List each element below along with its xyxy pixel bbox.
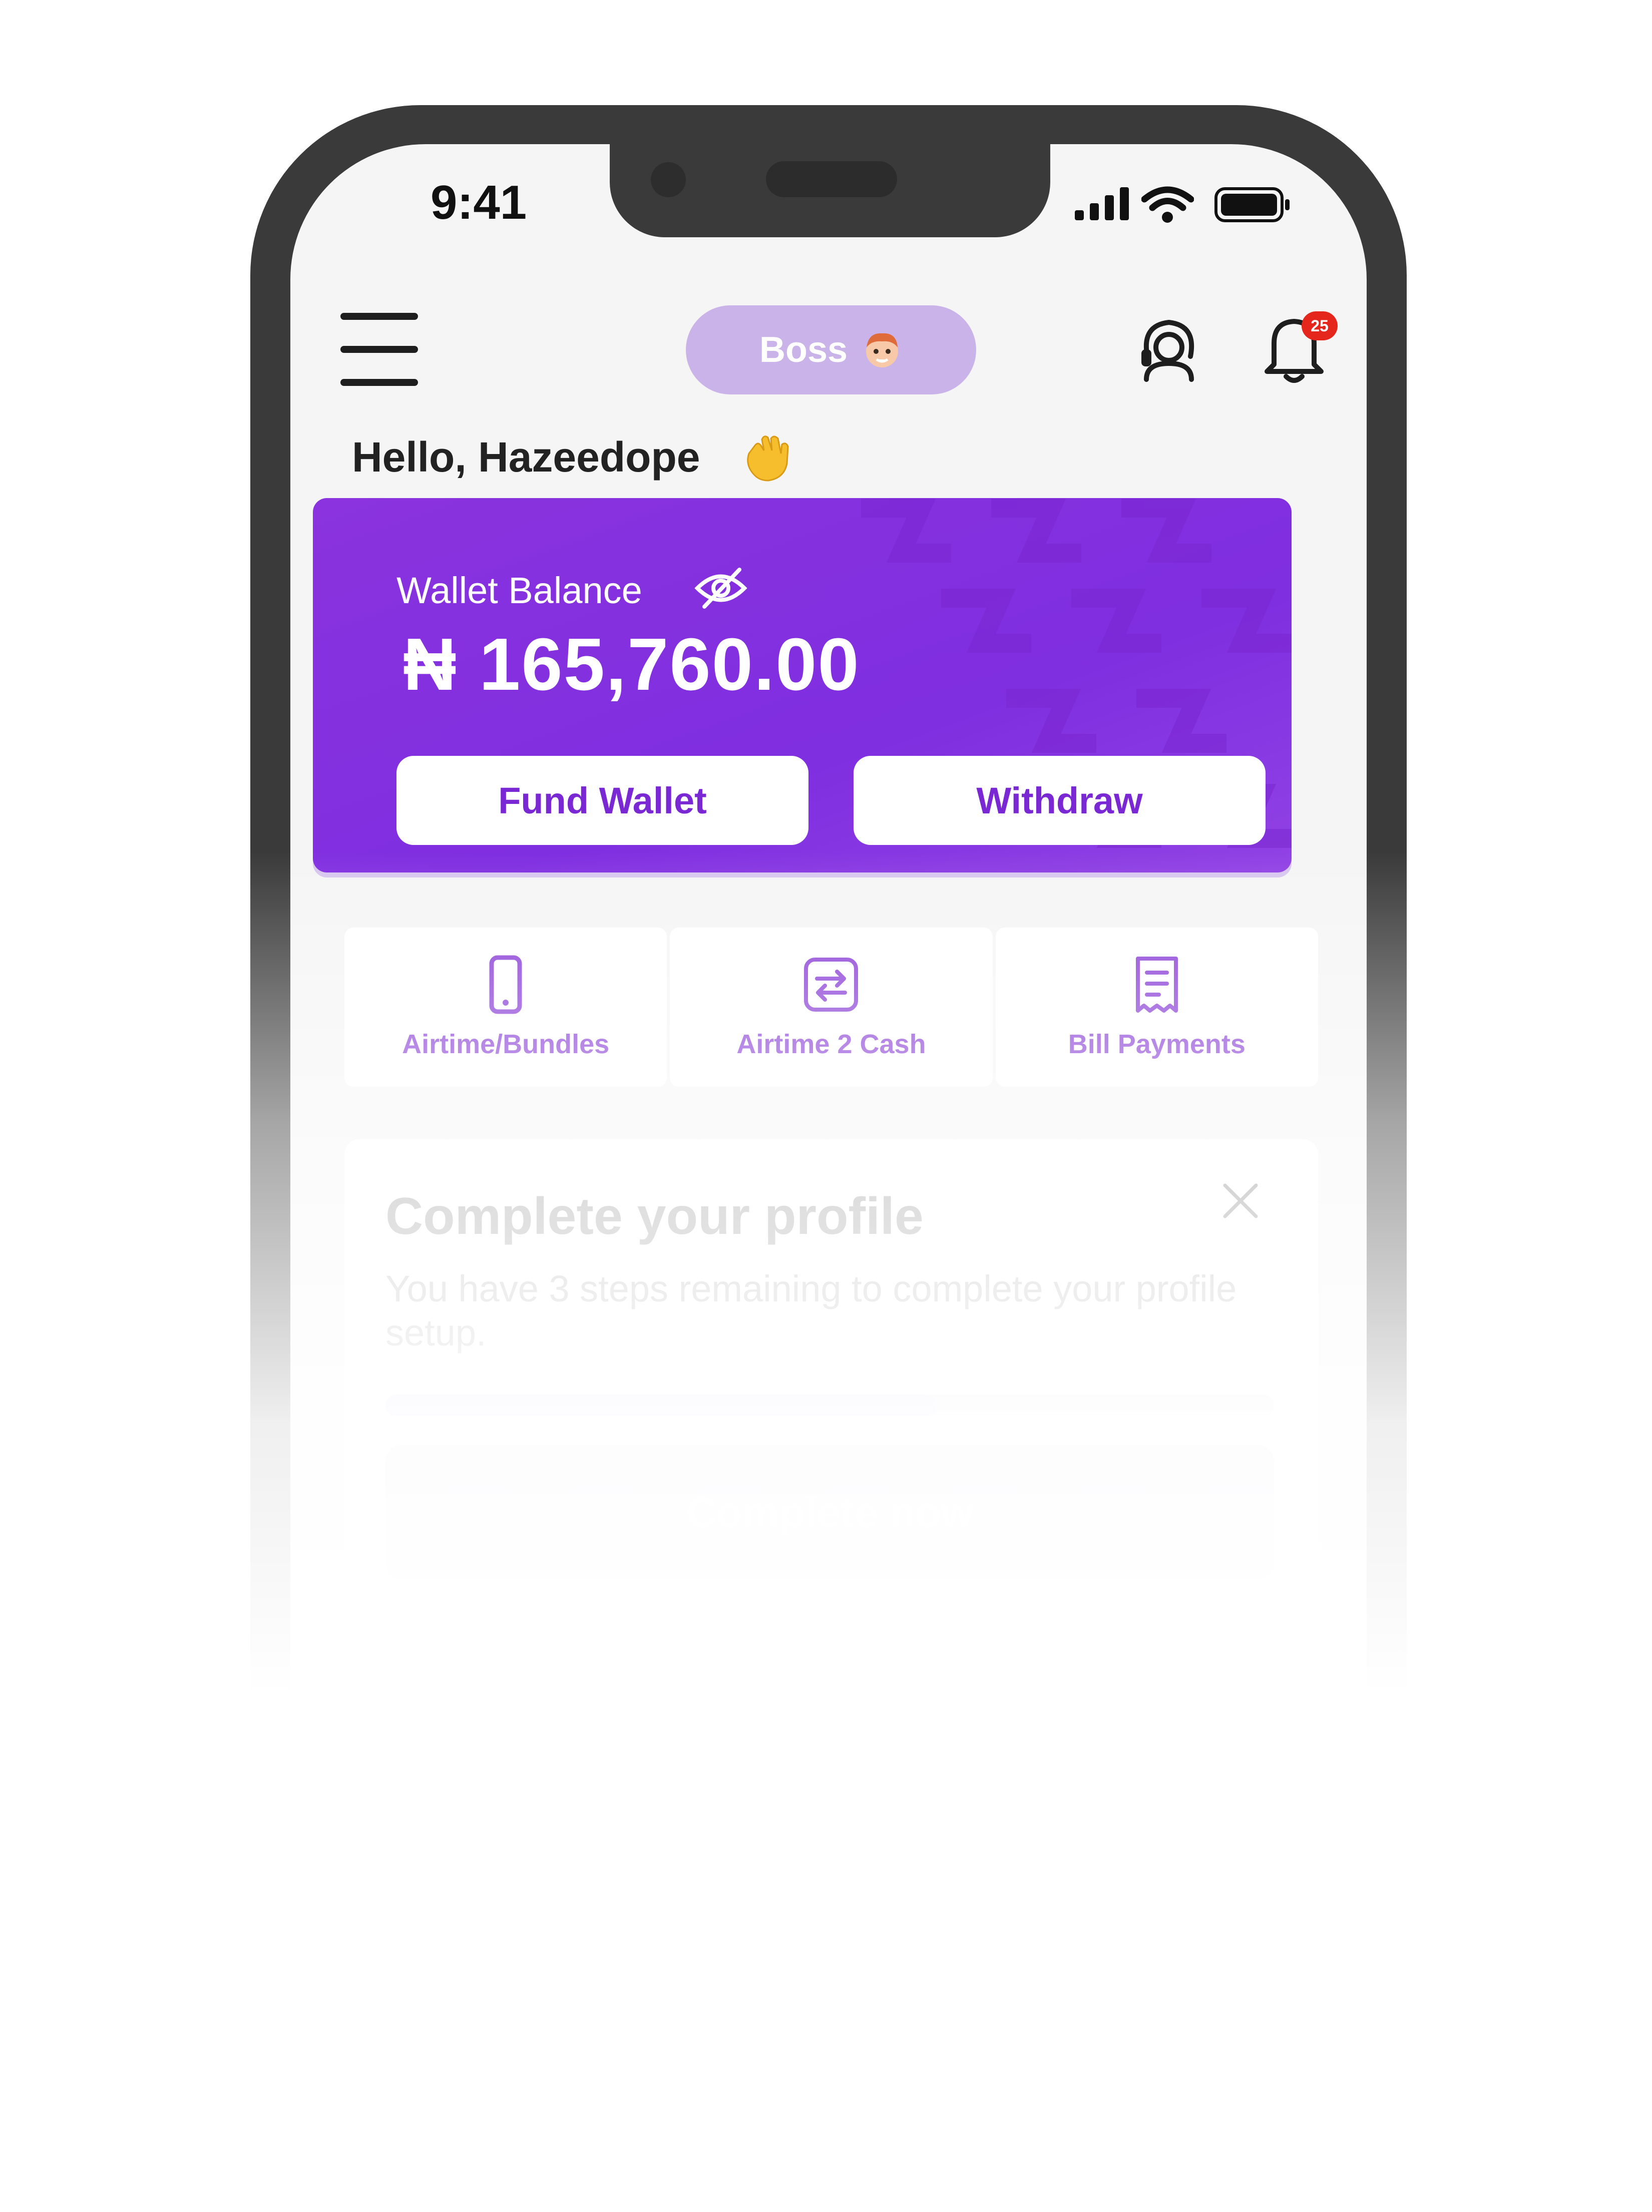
complete-profile-card: Complete your profile You have 3 steps r… <box>344 1139 1318 1600</box>
battery-icon <box>1214 187 1290 222</box>
front-camera <box>651 162 686 197</box>
close-icon[interactable] <box>1218 1178 1263 1223</box>
wifi-icon <box>1141 186 1194 223</box>
wallet-balance-amount: ₦ 165,760.00 <box>403 623 860 706</box>
hamburger-menu-icon[interactable] <box>340 313 418 386</box>
earpiece-speaker <box>766 161 897 197</box>
profile-card-title: Complete your profile <box>385 1187 924 1245</box>
greeting-text: Hello, Hazeedope <box>352 433 700 481</box>
quick-action-airtime-2-cash[interactable]: Airtime 2 Cash <box>670 928 993 1087</box>
wallet-balance-label: Wallet Balance <box>396 570 642 611</box>
role-switch-pill[interactable]: Boss <box>686 305 976 394</box>
quick-actions-row: Airtime/Bundles Airtime 2 Cash Bill Paym… <box>344 928 1318 1087</box>
quick-action-label: Airtime 2 Cash <box>736 1029 926 1059</box>
avatar <box>866 333 899 367</box>
wallet-card: Wallet Balance ₦ 165,760.00 Fund Wallet … <box>313 498 1292 872</box>
status-time: 9:41 <box>431 176 527 229</box>
quick-action-bill-payments[interactable]: Bill Payments <box>995 928 1318 1087</box>
quick-action-label: Airtime/Bundles <box>402 1029 610 1059</box>
withdraw-button[interactable]: Withdraw <box>854 756 1266 845</box>
complete-now-button[interactable]: Complete now <box>385 1445 1274 1580</box>
notification-badge: 25 <box>1302 311 1338 340</box>
phone-icon <box>489 955 522 1014</box>
services-section-label: Services <box>536 1735 674 1775</box>
role-label: Boss <box>759 330 848 370</box>
profile-progress-bar <box>385 1395 1274 1416</box>
swap-icon <box>804 958 859 1012</box>
eye-off-icon[interactable] <box>693 566 748 611</box>
support-agent-icon[interactable] <box>1136 315 1201 385</box>
quick-action-airtime-bundles[interactable]: Airtime/Bundles <box>344 928 667 1087</box>
receipt-icon <box>1135 957 1178 1013</box>
waving-hand-icon <box>747 435 789 482</box>
quick-action-label: Bill Payments <box>1068 1029 1246 1059</box>
fund-wallet-button[interactable]: Fund Wallet <box>396 756 808 845</box>
profile-card-description: You have 3 steps remaining to complete y… <box>385 1268 1237 1354</box>
profile-progress-fill <box>385 1395 937 1416</box>
signal-icon <box>1075 187 1129 220</box>
